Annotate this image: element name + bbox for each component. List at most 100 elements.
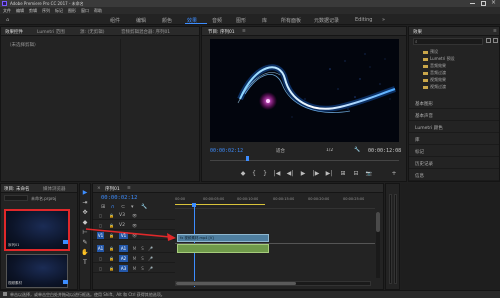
timeline-zoom-scrollbar[interactable]: [175, 281, 371, 286]
go-to-in-button[interactable]: |◀: [273, 170, 281, 178]
mic-icon[interactable]: 🎤: [147, 245, 154, 252]
program-quality-select[interactable]: 1/2: [326, 148, 333, 153]
tree-item-presets[interactable]: 预设: [423, 49, 438, 55]
workspace-tab-editing-en[interactable]: Editing: [355, 17, 372, 23]
target-toggle[interactable]: ◻: [97, 212, 104, 219]
step-back-button[interactable]: ◀|: [286, 170, 294, 178]
section-lumetri-color[interactable]: Lumetri 颜色: [409, 123, 499, 133]
go-to-out-button[interactable]: ▶|: [325, 170, 333, 178]
tree-item-audio-effects[interactable]: 音频效果: [423, 63, 446, 69]
pen-tool-icon[interactable]: ✎: [80, 238, 90, 247]
lock-icon[interactable]: 🔒: [108, 232, 115, 239]
selection-tool-icon[interactable]: ▶: [80, 188, 90, 197]
panel-menu-icon[interactable]: ≡: [242, 29, 246, 34]
section-markers[interactable]: 标记: [409, 147, 499, 157]
section-history[interactable]: 历史记录: [409, 159, 499, 169]
source-patch-v1[interactable]: V1: [97, 232, 104, 239]
razor-tool-icon[interactable]: ◆: [80, 218, 90, 227]
section-essential-sound[interactable]: 基本声音: [409, 111, 499, 121]
mark-out-button[interactable]: }: [261, 170, 269, 178]
mic-icon[interactable]: 🎤: [147, 255, 154, 262]
tree-item-audio-transitions[interactable]: 音频过渡: [423, 70, 446, 76]
tree-item-lumetri-presets[interactable]: Lumetri 预设: [423, 56, 455, 62]
eye-icon[interactable]: 👁: [131, 232, 138, 239]
linked-selection-icon[interactable]: ⊂: [121, 204, 125, 210]
tree-item-video-transitions[interactable]: 视频过渡: [423, 84, 446, 90]
close-icon[interactable]: ×: [491, 0, 496, 6]
mute-button[interactable]: M: [131, 265, 138, 272]
play-button[interactable]: ▶: [299, 170, 307, 178]
timeline-tab-sequence[interactable]: 序列01: [105, 186, 120, 192]
extract-button[interactable]: ⊟: [352, 170, 360, 178]
video-clip[interactable]: fx 视频素材.mp4 [V]: [177, 234, 269, 242]
workspace-more-icon[interactable]: »: [382, 17, 385, 23]
effects-menu-icon[interactable]: ≡: [493, 29, 497, 34]
target-toggle[interactable]: ◻: [97, 222, 104, 229]
lock-icon[interactable]: 🔒: [108, 265, 115, 272]
project-search-input[interactable]: [6, 196, 26, 200]
program-timecode-current[interactable]: 00:00:02:12: [210, 148, 243, 154]
eye-icon[interactable]: 👁: [131, 222, 138, 229]
project-search-box[interactable]: [4, 195, 28, 201]
scrollbar-thumb[interactable]: [376, 212, 380, 232]
solo-button[interactable]: S: [139, 255, 146, 262]
program-scrub-bar[interactable]: [210, 157, 399, 161]
tab-source[interactable]: 源: (无剪辑): [80, 29, 104, 35]
timeline-menu-icon[interactable]: ≡: [127, 186, 131, 191]
effects-panel-title[interactable]: 效果: [413, 29, 422, 35]
solo-button[interactable]: S: [139, 265, 146, 272]
program-monitor-title[interactable]: 节目: 序列01: [208, 29, 235, 35]
track-select-tool-icon[interactable]: ⇥: [80, 198, 90, 207]
snap-icon[interactable]: ∩: [111, 204, 115, 210]
scrollbar-thumb[interactable]: [176, 282, 296, 285]
tab-lumetri-scopes[interactable]: Lumetri 范围: [37, 29, 65, 35]
track-name[interactable]: A1: [119, 245, 128, 252]
timeline-vertical-scrollbar[interactable]: [376, 212, 380, 278]
lock-icon[interactable]: 🔒: [108, 255, 115, 262]
workspace-tab-graphics[interactable]: 图形: [236, 17, 246, 24]
workspace-tab-audio[interactable]: 音频: [212, 17, 222, 24]
home-icon[interactable]: ⌂: [6, 17, 9, 23]
project-panel-title[interactable]: 项目: 未命名: [4, 186, 29, 192]
source-patch-a1[interactable]: A1: [97, 245, 104, 252]
step-forward-button[interactable]: |▶: [312, 170, 320, 178]
effects-search-input[interactable]: [421, 39, 481, 44]
mute-button[interactable]: M: [131, 255, 138, 262]
lock-icon[interactable]: 🔒: [108, 222, 115, 229]
workspace-tab-color[interactable]: 颜色: [162, 17, 172, 24]
timeline-close-icon[interactable]: ×: [97, 186, 101, 191]
export-frame-button[interactable]: 📷: [365, 170, 373, 178]
timeline-timecode[interactable]: 00:00:02:12: [101, 195, 137, 201]
solo-button[interactable]: S: [139, 245, 146, 252]
section-info[interactable]: 信息: [409, 171, 499, 181]
insert-nest-icon[interactable]: ⊞: [101, 204, 105, 210]
lift-button[interactable]: ⊞: [339, 170, 347, 178]
tab-media-browser[interactable]: 媒体浏览器: [43, 186, 66, 192]
program-playhead[interactable]: [246, 156, 249, 161]
program-zoom-select[interactable]: 适合: [276, 148, 285, 154]
tab-effect-controls[interactable]: 效果控件: [5, 29, 23, 35]
track-name[interactable]: V1: [119, 232, 128, 239]
audio-clip[interactable]: [177, 244, 269, 253]
section-essential-graphics[interactable]: 基本图形: [409, 99, 499, 109]
workspace-tab-editing[interactable]: 编辑: [136, 17, 146, 24]
hand-tool-icon[interactable]: ✋: [80, 248, 90, 257]
add-marker-icon[interactable]: ▾: [131, 204, 134, 210]
add-button[interactable]: +: [390, 170, 398, 178]
track-name[interactable]: A3: [119, 265, 128, 272]
eye-icon[interactable]: 👁: [131, 212, 138, 219]
add-marker-button[interactable]: ◆: [239, 170, 247, 178]
lock-icon[interactable]: 🔒: [108, 245, 115, 252]
accelerated-effects-icon[interactable]: [486, 38, 491, 43]
tree-item-video-effects[interactable]: 视频效果: [423, 77, 446, 83]
type-tool-icon[interactable]: T: [80, 258, 90, 267]
mic-icon[interactable]: 🎤: [147, 265, 154, 272]
lock-icon[interactable]: 🔒: [108, 212, 115, 219]
section-libraries[interactable]: 库: [409, 135, 499, 145]
workspace-tab-all-panels[interactable]: 所有面板: [281, 17, 301, 24]
workspace-tab-assembly[interactable]: 组件: [110, 17, 120, 24]
ripple-edit-tool-icon[interactable]: ✥: [80, 208, 90, 217]
workspace-tab-libraries[interactable]: 库: [262, 17, 267, 24]
minimize-icon[interactable]: [470, 3, 475, 4]
target-toggle[interactable]: ◻: [97, 265, 104, 272]
